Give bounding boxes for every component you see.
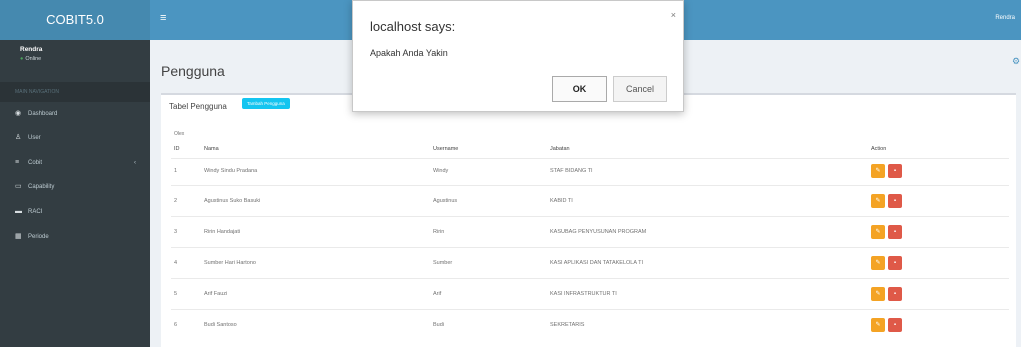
close-icon[interactable]: × [671,10,676,20]
dialog-message: Apakah Anda Yakin [370,48,448,58]
dialog-title: localhost says: [370,19,456,34]
confirm-dialog: × localhost says: Apakah Anda Yakin OK C… [352,0,684,112]
ok-button[interactable]: OK [552,76,607,102]
cancel-button[interactable]: Cancel [613,76,667,102]
